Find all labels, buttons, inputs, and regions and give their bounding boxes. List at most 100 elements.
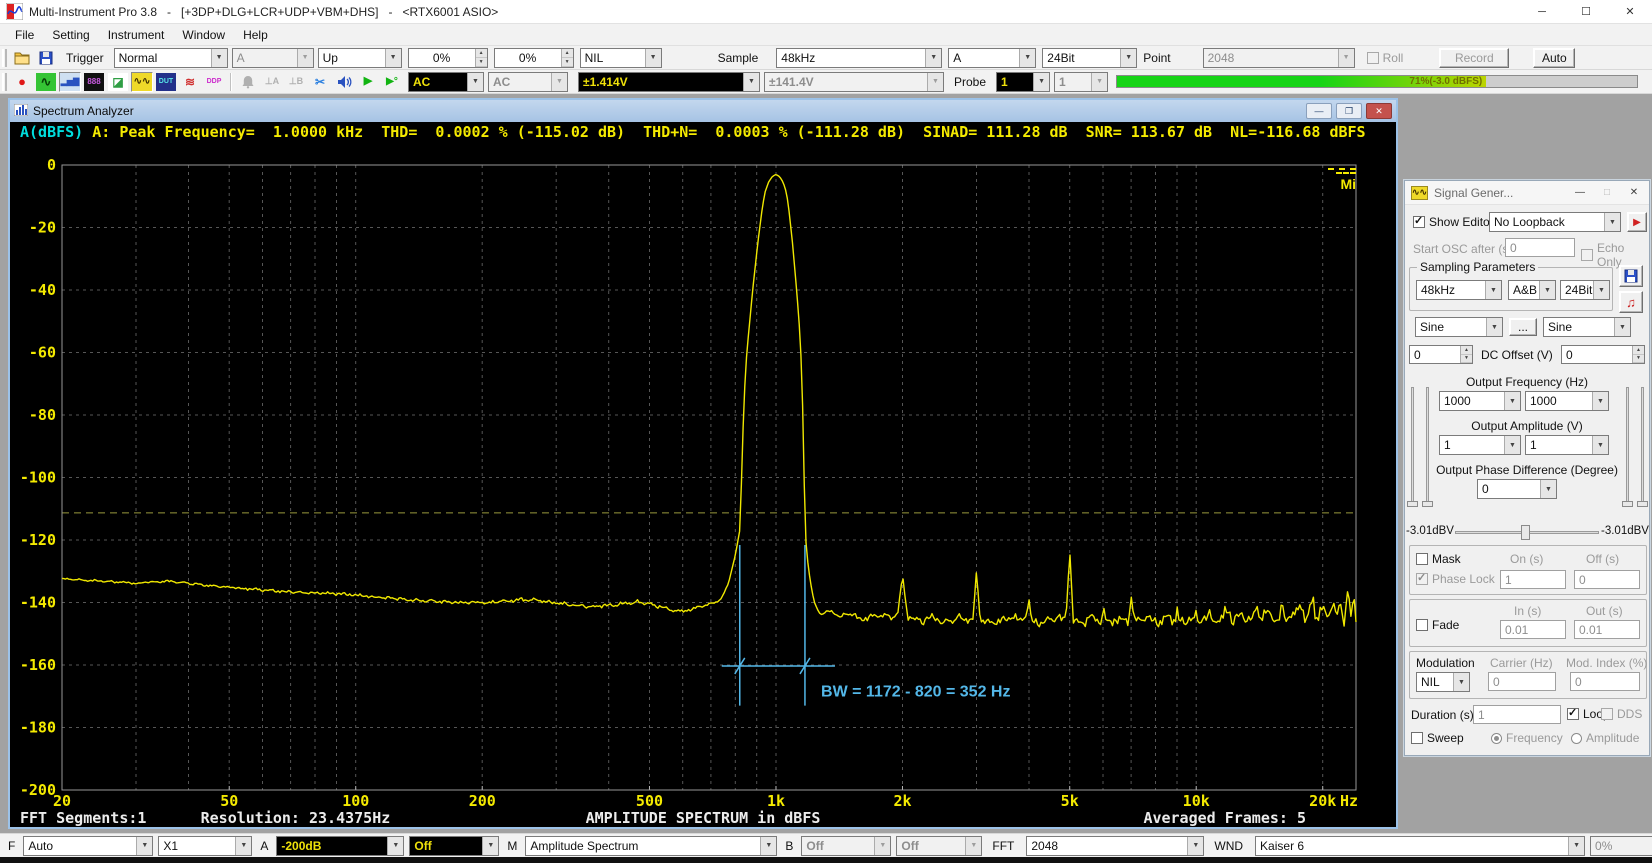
trigger-hpf-select[interactable]: NIL▼ xyxy=(580,48,662,68)
zoom-select[interactable]: X1▼ xyxy=(158,836,252,856)
spectrum-analyzer-icon[interactable]: ▂▅▇ xyxy=(59,72,81,92)
save-icon[interactable] xyxy=(35,48,57,68)
frequency-b-select[interactable]: 1000▼ xyxy=(1525,391,1609,411)
music-note-icon[interactable]: ♫ xyxy=(1619,291,1643,313)
spectrum-mode-select[interactable]: Amplitude Spectrum▼ xyxy=(525,836,777,856)
slider-thumb[interactable] xyxy=(1422,501,1433,507)
modulation-select[interactable]: NIL▼ xyxy=(1416,672,1470,692)
sampling-rate-select[interactable]: 48kHz▼ xyxy=(776,48,942,68)
sampling-bits-select[interactable]: 24Bit▼ xyxy=(1042,48,1137,68)
signal-generator-icon[interactable]: ∿∿ xyxy=(131,72,153,92)
multimeter-icon[interactable]: 888 xyxy=(83,72,105,92)
signal-generator-titlebar[interactable]: ∿∿ Signal Gener... — □ ✕ xyxy=(1405,181,1649,205)
device-test-plan-icon[interactable]: DUT xyxy=(155,72,177,92)
spinner-buttons[interactable]: ▲▼ xyxy=(475,49,487,67)
level-slider-a1[interactable] xyxy=(1411,387,1414,503)
slider-thumb[interactable] xyxy=(1521,525,1530,540)
auto-button[interactable]: Auto xyxy=(1533,48,1575,68)
coupling-a-select[interactable]: AC▼ xyxy=(408,72,484,92)
mask-checkbox[interactable]: Mask xyxy=(1416,552,1461,566)
dc-offset-a-stepper[interactable]: 0▲▼ xyxy=(1409,345,1473,364)
trigger-mode-select[interactable]: Normal▼ xyxy=(114,48,228,68)
minimize-icon[interactable]: — xyxy=(1571,187,1589,198)
calibration-icon[interactable]: ✂ xyxy=(309,72,331,92)
amplitude-b-select[interactable]: 1▼ xyxy=(1525,435,1609,455)
spectrum-plot[interactable]: 0-20-40-60-80-100-120-140-160-180-200205… xyxy=(10,143,1396,827)
trigger-delay-stepper[interactable]: 0%▲▼ xyxy=(494,48,574,68)
open-icon[interactable] xyxy=(11,48,33,68)
generator-rate-select[interactable]: 48kHz▼ xyxy=(1416,280,1502,300)
toolbar-grip xyxy=(2,73,7,91)
chevron-down-icon: ▼ xyxy=(645,49,661,67)
menu-item-file[interactable]: File xyxy=(6,26,43,44)
range-a-view-select[interactable]: -200dB▼ xyxy=(276,836,404,856)
range-a-select[interactable]: ±1.414V▼ xyxy=(578,72,760,92)
chevron-down-icon: ▼ xyxy=(387,837,403,855)
sound-device-icon[interactable] xyxy=(333,72,355,92)
minimize-icon[interactable]: — xyxy=(1306,103,1332,119)
application-window: Multi-Instrument Pro 3.8 - [+3DP+DLG+LCR… xyxy=(0,0,1652,863)
fft-size-select[interactable]: 2048▼ xyxy=(1026,836,1204,856)
restore-icon[interactable]: ❐ xyxy=(1336,103,1362,119)
frequency-a-select[interactable]: 1000▼ xyxy=(1439,391,1521,411)
waveform-a-select[interactable]: Sine▼ xyxy=(1415,317,1503,337)
spectrum-window-titlebar[interactable]: Spectrum Analyzer — ❐ ✕ xyxy=(10,100,1396,122)
run-generator-button[interactable]: ▶ xyxy=(1627,212,1647,232)
fade-checkbox[interactable]: Fade xyxy=(1416,618,1459,632)
amplitude-a-select[interactable]: 1▼ xyxy=(1439,435,1521,455)
menu-item-help[interactable]: Help xyxy=(234,26,277,44)
close-icon[interactable]: ✕ xyxy=(1608,0,1652,24)
window-function-select[interactable]: Kaiser 6▼ xyxy=(1255,836,1585,856)
spinner-buttons[interactable]: ▲▼ xyxy=(1632,346,1644,363)
menu-item-setting[interactable]: Setting xyxy=(43,26,98,44)
trigger-edge-select[interactable]: Up▼ xyxy=(318,48,402,68)
svg-text:20: 20 xyxy=(53,792,71,810)
level-slider-a2[interactable] xyxy=(1426,387,1429,503)
close-icon[interactable]: ✕ xyxy=(1366,103,1392,119)
play-loop-icon[interactable]: ▶° xyxy=(381,72,403,92)
mod-index-label: Mod. Index (%) xyxy=(1566,656,1647,670)
menu-item-instrument[interactable]: Instrument xyxy=(99,26,174,44)
more-options-button[interactable]: ... xyxy=(1509,318,1537,336)
level-slider-b1[interactable] xyxy=(1626,387,1629,503)
generator-bits-select[interactable]: 24Bit▼ xyxy=(1560,280,1610,300)
maximize-icon[interactable]: ☐ xyxy=(1564,0,1608,24)
svg-text:500: 500 xyxy=(636,792,663,810)
spinner-buttons[interactable]: ▲▼ xyxy=(561,49,573,67)
show-editor-checkbox[interactable]: Show Editor xyxy=(1413,215,1494,229)
point-count-select: 2048▼ xyxy=(1203,48,1355,68)
derived-data-curve-icon[interactable]: ≋ xyxy=(179,72,201,92)
close-icon[interactable]: ✕ xyxy=(1625,187,1643,198)
probe-a-select[interactable]: 1▼ xyxy=(996,72,1050,92)
menu-item-window[interactable]: Window xyxy=(173,26,234,44)
generator-channels-select[interactable]: A&B▼ xyxy=(1508,280,1556,300)
sweep-checkbox[interactable]: Sweep xyxy=(1411,731,1464,745)
spinner-buttons[interactable]: ▲▼ xyxy=(1460,346,1472,363)
level-slider-b2[interactable] xyxy=(1641,387,1644,503)
minimize-icon[interactable]: ─ xyxy=(1520,0,1564,24)
persistence-a-select[interactable]: Off▼ xyxy=(409,836,499,856)
chevron-down-icon: ▼ xyxy=(1540,480,1556,498)
dc-offset-b-stepper[interactable]: 0▲▼ xyxy=(1561,345,1645,364)
spectrum-3d-plot-icon[interactable]: ◪ xyxy=(107,72,129,92)
save-signal-icon[interactable] xyxy=(1619,265,1643,287)
slider-thumb[interactable] xyxy=(1637,501,1648,507)
sampling-channel-select[interactable]: A▼ xyxy=(948,48,1036,68)
play-icon[interactable]: ▶ xyxy=(357,72,379,92)
svg-text:-40: -40 xyxy=(29,281,56,299)
output-frequency-label: Output Frequency (Hz) xyxy=(1405,375,1649,389)
ddp-viewer-icon[interactable]: DDP xyxy=(203,72,225,92)
toolbar-separator xyxy=(230,73,232,91)
freq-axis-select[interactable]: Auto▼ xyxy=(23,836,153,856)
oscilloscope-icon[interactable]: ∿ xyxy=(35,72,57,92)
slider-thumb[interactable] xyxy=(1407,501,1418,507)
slider-thumb[interactable] xyxy=(1622,501,1633,507)
waveform-b-select[interactable]: Sine▼ xyxy=(1543,317,1631,337)
phase-difference-select[interactable]: 0▼ xyxy=(1477,479,1557,499)
start-osc-input[interactable]: 0 xyxy=(1505,238,1575,257)
loopback-select[interactable]: No Loopback▼ xyxy=(1489,212,1621,232)
svg-text:-140: -140 xyxy=(20,594,56,612)
averaged-frames-label: Averaged Frames: 5 xyxy=(1143,809,1306,827)
run-hold-icon[interactable]: ● xyxy=(11,72,33,92)
trigger-level-stepper[interactable]: 0%▲▼ xyxy=(408,48,488,68)
